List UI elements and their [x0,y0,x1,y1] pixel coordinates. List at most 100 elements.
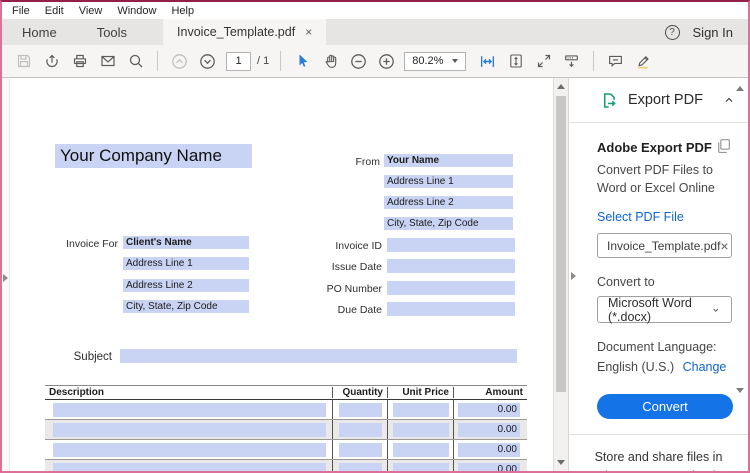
page-total-label: / 1 [257,55,269,67]
tab-document[interactable]: Invoice_Template.pdf × [163,19,326,45]
due-date-label: Due Date [292,304,382,316]
due-date-field[interactable] [387,302,515,316]
select-pdf-file-link[interactable]: Select PDF File [597,210,684,224]
save-icon[interactable] [11,49,36,73]
from-name-field[interactable]: Your Name [384,154,513,167]
tab-tools[interactable]: Tools [77,19,147,45]
export-pdf-body: Adobe Export PDF Convert PDF Files to Wo… [569,123,748,419]
po-number-field[interactable] [387,281,515,295]
toolbar-divider [593,51,594,71]
amount-field[interactable]: 0.00 [458,423,520,437]
chevron-down-icon [711,304,721,316]
collapse-section-icon[interactable] [722,93,736,107]
sign-in-button[interactable]: Sign In [693,25,733,40]
from-address1-field[interactable]: Address Line 1 [384,175,513,188]
search-icon[interactable] [123,49,148,73]
line-items-table: Description Quantity Unit Price Amount 0… [45,385,527,471]
scrollbar-thumb[interactable] [556,96,566,392]
amount-field[interactable]: 0.00 [458,403,520,417]
from-city-field[interactable]: City, State, Zip Code [384,217,513,230]
table-header-row: Description Quantity Unit Price Amount [45,385,527,400]
amount-field[interactable]: 0.00 [458,443,520,457]
panel-footer: Store and share files in the Document Cl… [569,435,748,473]
unit-price-field[interactable] [393,443,449,457]
from-label: From [310,156,380,168]
highlight-icon[interactable] [631,49,656,73]
selected-file-box[interactable]: Invoice_Template.pdf × [597,233,732,258]
table-row: 0.00 [45,400,527,420]
share-upload-icon[interactable] [39,49,64,73]
client-name-field[interactable]: Client's Name [123,236,249,249]
menu-bar: File Edit View Window Help [2,2,748,19]
scroll-down-icon[interactable] [557,460,565,465]
zoom-level-select[interactable]: 80.2% [404,52,466,71]
navigation-pane-gutter [2,78,10,471]
header-quantity: Quantity [332,387,387,398]
client-address2-field[interactable]: Address Line 2 [123,279,249,292]
selected-file-name: Invoice_Template.pdf [607,239,720,253]
issue-date-label: Issue Date [292,261,382,273]
previous-page-icon[interactable] [167,49,192,73]
company-name-field[interactable]: Your Company Name [55,144,252,168]
change-language-link[interactable]: Change [683,360,727,374]
table-row: 0.00 [45,440,527,460]
pdf-page: Your Company Name From Your Name Address… [10,78,553,471]
next-page-icon[interactable] [195,49,220,73]
tab-bar: Home Tools Invoice_Template.pdf × ? Sign… [2,19,748,45]
client-city-field[interactable]: City, State, Zip Code [123,300,249,313]
client-address1-field[interactable]: Address Line 1 [123,257,249,270]
convert-button[interactable]: Convert [597,394,733,419]
menu-window[interactable]: Window [117,5,156,17]
menu-view[interactable]: View [79,5,103,17]
expand-navigation-pane-icon[interactable] [3,274,8,282]
menu-file[interactable]: File [12,5,30,17]
menu-edit[interactable]: Edit [45,5,64,17]
help-icon[interactable]: ? [665,25,680,40]
menu-help[interactable]: Help [171,5,194,17]
description-field[interactable] [53,463,326,471]
fit-width-icon[interactable] [475,49,500,73]
tab-document-label: Invoice_Template.pdf [177,25,295,39]
collapse-panel-handle-icon[interactable] [571,272,576,280]
close-tab-icon[interactable]: × [305,25,312,39]
toolbar-divider [280,51,281,71]
tab-home[interactable]: Home [2,19,77,45]
fit-page-icon[interactable] [503,49,528,73]
table-row: 0.00 [45,460,527,471]
zoom-in-icon[interactable] [374,49,399,73]
invoice-id-field[interactable] [387,238,515,252]
amount-field[interactable]: 0.00 [458,463,520,471]
clear-file-icon[interactable]: × [720,238,728,254]
page-number-input[interactable] [226,52,251,71]
toolbar-options-icon[interactable] [559,49,584,73]
panel-scroll-up-icon[interactable] [736,86,744,91]
hand-tool-icon[interactable] [318,49,343,73]
quantity-field[interactable] [339,443,382,457]
quantity-field[interactable] [339,403,382,417]
invoice-id-label: Invoice ID [292,240,382,252]
email-icon[interactable] [95,49,120,73]
fullscreen-icon[interactable] [531,49,556,73]
format-dropdown[interactable]: Microsoft Word (*.docx) [597,296,732,323]
zoom-out-icon[interactable] [346,49,371,73]
document-scrollbar[interactable] [553,78,568,471]
issue-date-field[interactable] [387,259,515,273]
quantity-field[interactable] [339,423,382,437]
description-field[interactable] [53,403,326,417]
description-field[interactable] [53,443,326,457]
from-address2-field[interactable]: Address Line 2 [384,196,513,209]
quantity-field[interactable] [339,463,382,471]
export-pdf-icon [599,91,618,110]
panel-title: Export PDF [628,92,712,108]
panel-scroll-down-icon[interactable] [736,388,744,393]
select-tool-icon[interactable] [290,49,315,73]
print-icon[interactable] [67,49,92,73]
unit-price-field[interactable] [393,463,449,471]
unit-price-field[interactable] [393,423,449,437]
comment-icon[interactable] [603,49,628,73]
scroll-up-icon[interactable] [557,84,565,89]
subject-field[interactable] [120,349,517,363]
panel-description: Convert PDF Files to Word or Excel Onlin… [597,161,732,197]
description-field[interactable] [53,423,326,437]
unit-price-field[interactable] [393,403,449,417]
